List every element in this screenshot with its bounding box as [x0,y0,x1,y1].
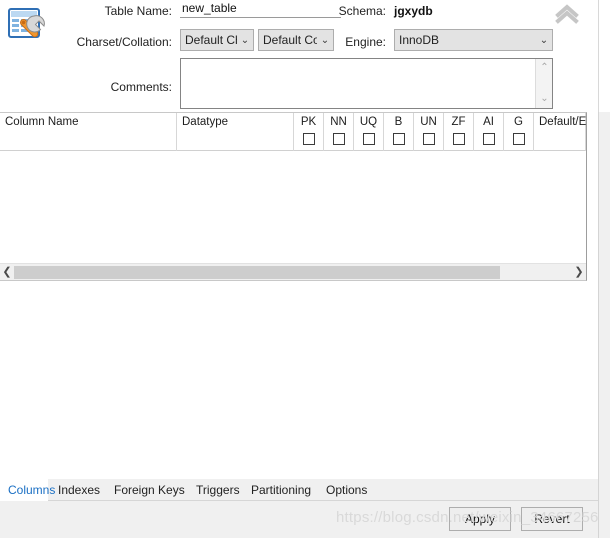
tab-label: Foreign Keys [114,483,185,497]
grid-column-header-label: Datatype [182,116,229,128]
tab-label: Partitioning [251,483,312,497]
engine-select[interactable]: InnoDB ⌄ [394,29,553,51]
collapse-panel-button[interactable] [552,2,582,26]
grid-column-header-label: Default/Ex [539,116,587,128]
tab-foreign-keys[interactable]: Foreign Keys [106,479,192,501]
apply-button[interactable]: Apply [449,507,511,531]
right-edge-strip-top [598,0,610,112]
chevron-down-icon: ⌄ [539,34,549,46]
editor-footer: Apply Revert [0,501,598,538]
table-editor-icon [6,6,48,48]
grid-column-header-nn[interactable]: NN [324,113,354,151]
grid-column-header-label: UN [420,116,437,128]
chevron-up-icon[interactable]: ⌃ [536,61,553,75]
grid-column-header-label: UQ [359,116,378,128]
tab-label: Options [326,483,368,497]
grid-column-header-default_expr[interactable]: Default/Ex [534,113,586,151]
tab-label: Columns [8,483,56,497]
chevron-down-icon: ⌄ [240,34,250,46]
grid-column-header-label: ZF [451,116,466,128]
charset-select-value: Default Ch [185,33,237,47]
table-comments-field[interactable]: ⌃ ⌄ [180,58,553,109]
charset-collation-label: Charset/Collation: [76,35,172,49]
grid-header-checkbox-ai[interactable] [482,133,495,145]
columns-grid: Column Name Datatype PK NN UQ B UN ZF AI G Default… [0,112,587,281]
hscrollbar-thumb[interactable] [14,266,500,279]
tab-options[interactable]: Options [318,479,373,501]
grid-header-checkbox-uq[interactable] [362,133,375,145]
table-name-label: Table Name: [104,4,172,18]
grid-column-header-un[interactable]: UN [414,113,444,151]
columns-grid-body[interactable] [0,151,586,263]
charset-select[interactable]: Default Ch ⌄ [180,29,254,51]
schema-label: Schema: [338,4,386,18]
grid-column-header-pk[interactable]: PK [294,113,324,151]
grid-column-header-label: G [514,116,523,128]
chevron-left-icon[interactable]: ❮ [0,264,14,280]
grid-column-header-column_name[interactable]: Column Name [0,113,177,151]
editor-tabbar: Columns Indexes Foreign Keys Triggers Partit… [0,479,598,501]
engine-select-value: InnoDB [399,33,440,47]
grid-header-checkbox-zf[interactable] [452,133,465,145]
table-editor-window: Table Name: Schema: jgxydb Charset/Colla… [0,0,610,538]
grid-column-header-b[interactable]: B [384,113,414,151]
grid-column-header-uq[interactable]: UQ [354,113,384,151]
tab-label: Triggers [196,483,240,497]
engine-label: Engine: [345,35,386,49]
column-detail-panel: Column Name: Data Type: Charset/Collatio… [0,282,598,479]
grid-column-header-g[interactable]: G [504,113,534,151]
grid-column-header-label: PK [300,116,317,128]
revert-button[interactable]: Revert [521,507,583,531]
grid-column-header-label: B [394,116,403,128]
grid-header-checkbox-nn[interactable] [332,133,345,145]
grid-column-header-label: AI [483,116,494,128]
grid-column-header-label: Column Name [5,116,79,128]
table-properties-header: Table Name: Schema: jgxydb Charset/Colla… [0,0,598,112]
grid-column-header-ai[interactable]: AI [474,113,504,151]
chevron-down-icon[interactable]: ⌄ [536,92,553,106]
columns-grid-header: Column Name Datatype PK NN UQ B UN ZF AI G Default… [0,113,586,151]
grid-column-header-zf[interactable]: ZF [444,113,474,151]
grid-header-checkbox-g[interactable] [512,133,525,145]
chevron-right-icon[interactable]: ❯ [572,264,586,280]
grid-column-header-label: NN [330,116,347,128]
columns-grid-hscrollbar[interactable]: ❮ ❯ [0,263,586,280]
tab-label: Indexes [58,483,101,497]
table-comments-scrollbar[interactable]: ⌃ ⌄ [535,59,552,108]
tab-partitioning[interactable]: Partitioning [243,479,322,501]
grid-column-header-datatype[interactable]: Datatype [177,113,294,151]
grid-header-checkbox-un[interactable] [422,133,435,145]
schema-value: jgxydb [394,4,433,18]
grid-header-checkbox-pk[interactable] [302,133,315,145]
tab-triggers[interactable]: Triggers [188,479,243,501]
grid-header-checkbox-b[interactable] [392,133,405,145]
tab-columns[interactable]: Columns [0,479,55,501]
tab-indexes[interactable]: Indexes [50,479,104,501]
table-comments-label: Comments: [110,80,172,94]
